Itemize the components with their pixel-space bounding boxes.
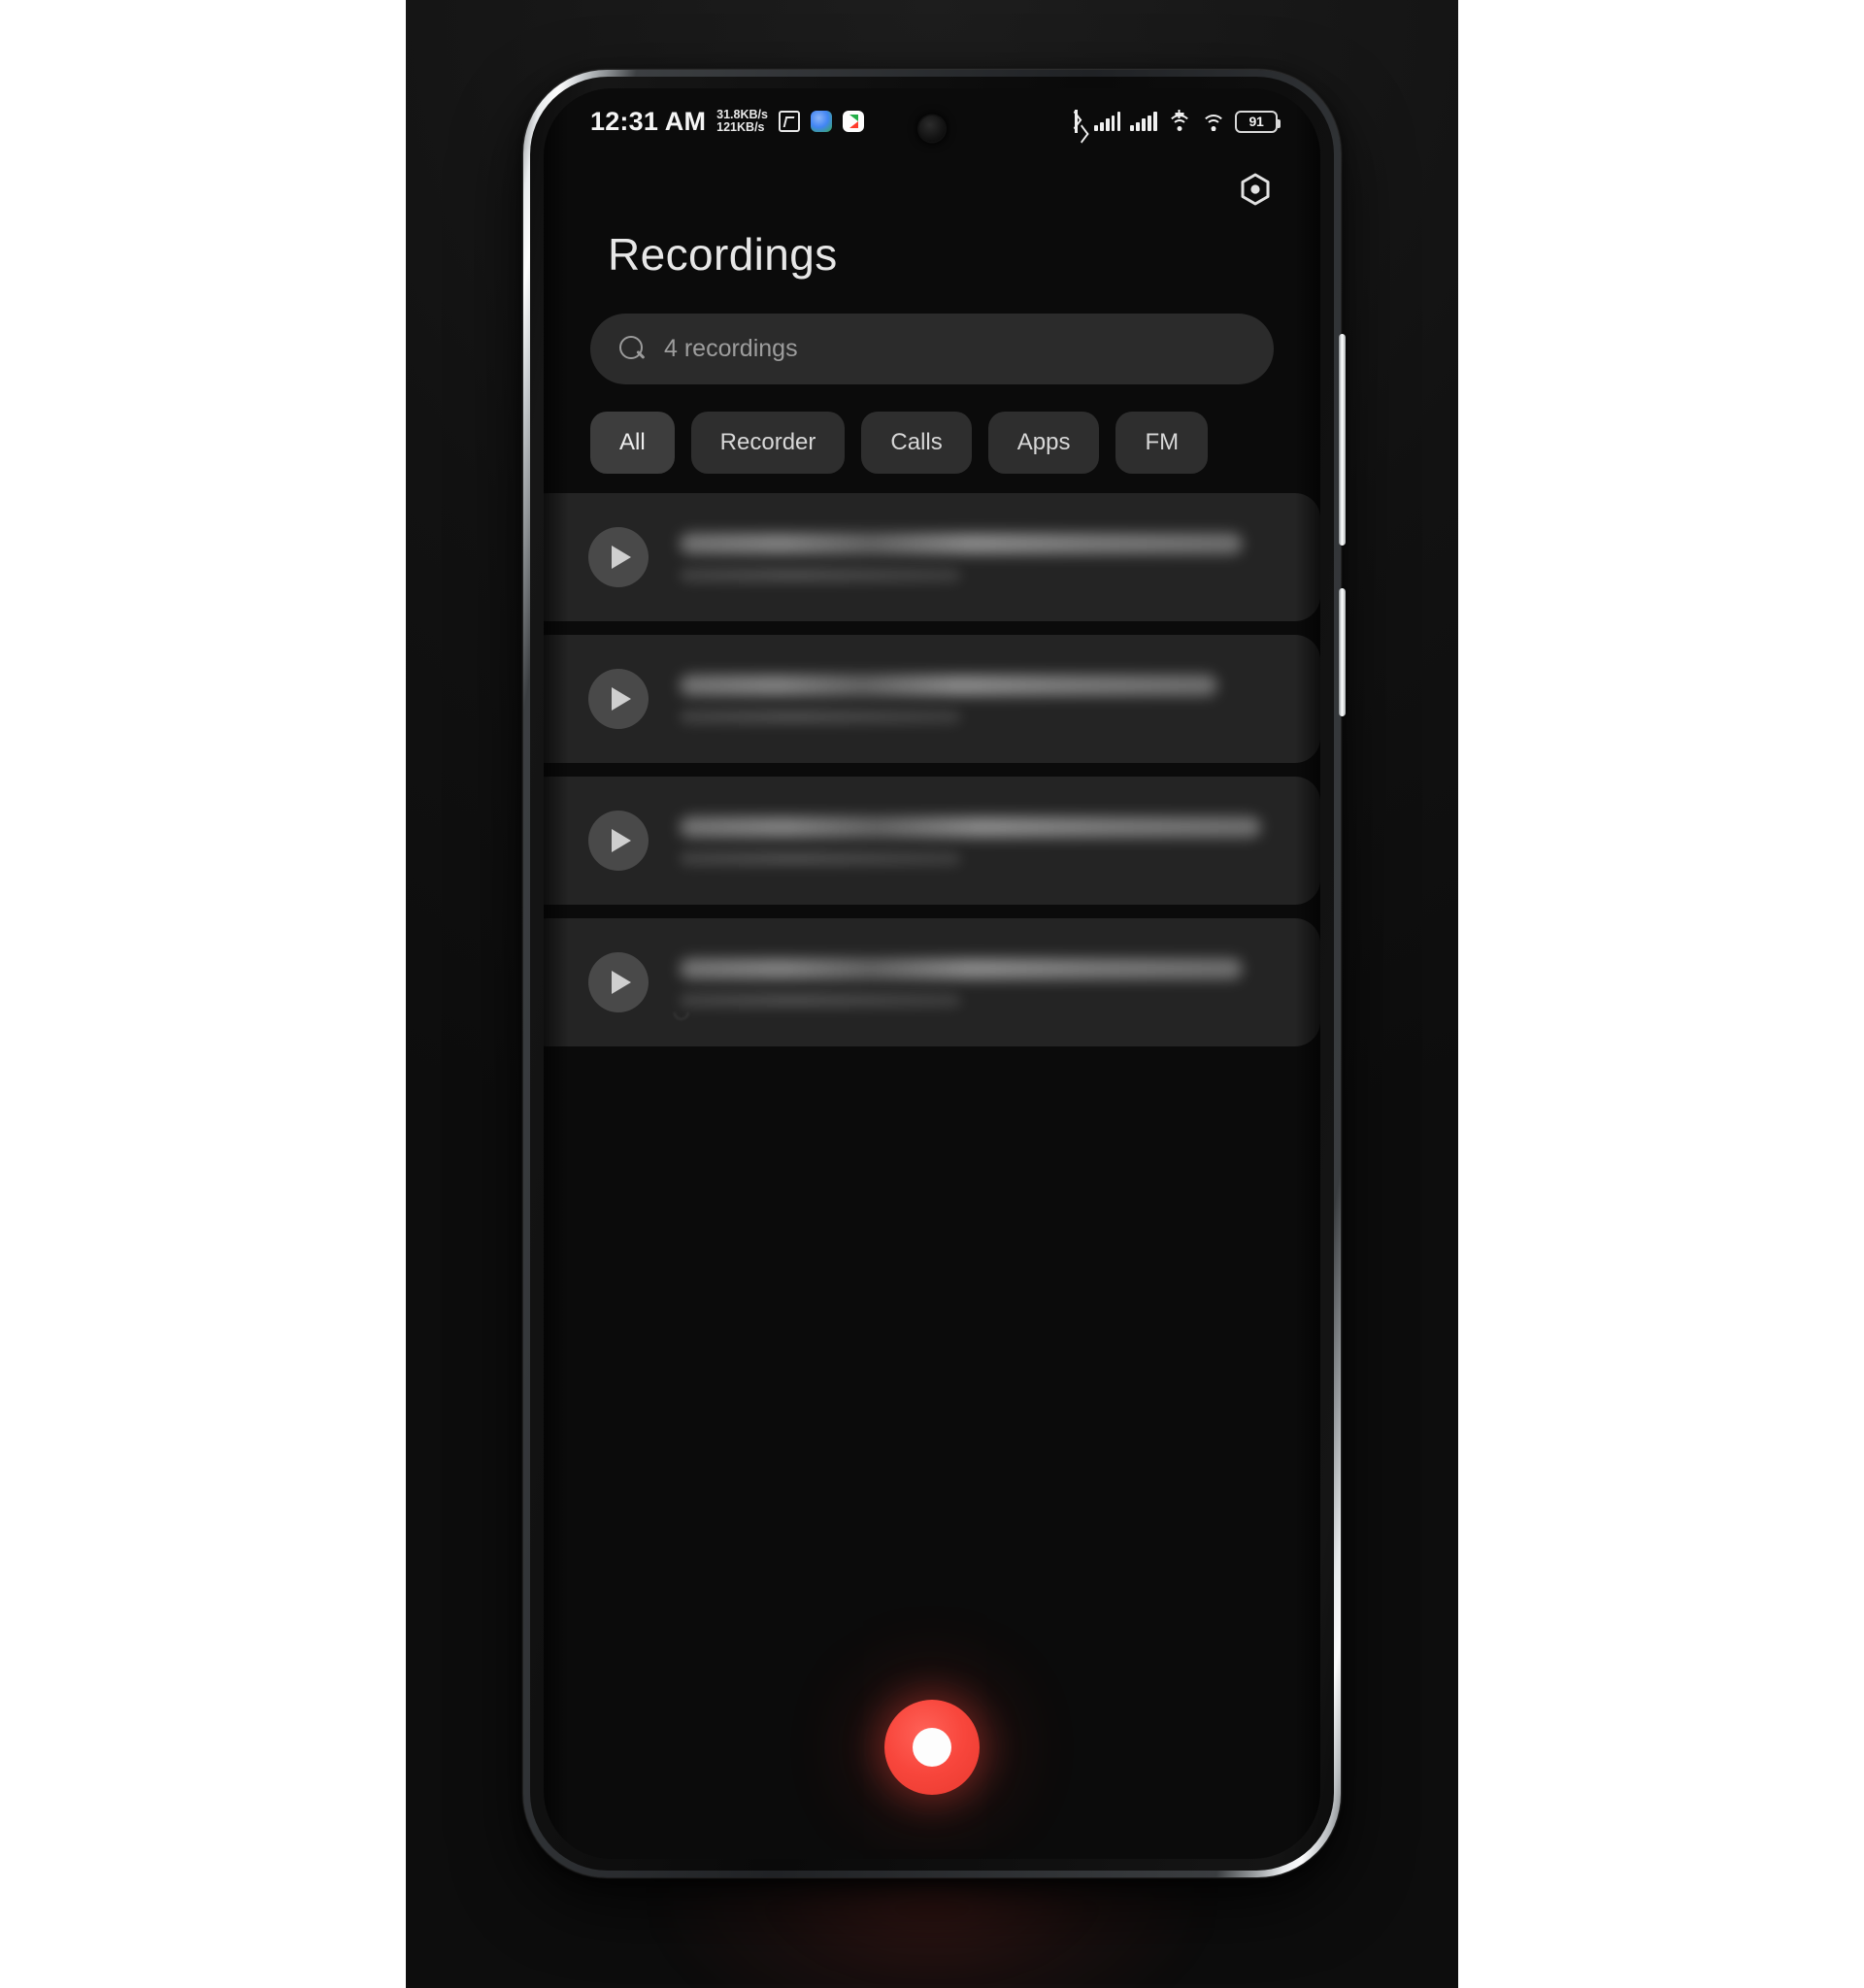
wifi-icon — [1201, 112, 1225, 131]
recording-subtitle-redacted — [680, 850, 961, 866]
cellular-signal-icon — [1093, 112, 1121, 131]
network-speed: 31.8KB/s 121KB/s — [716, 108, 768, 134]
play-icon[interactable] — [588, 669, 649, 729]
search-bar[interactable]: 4 recordings — [590, 314, 1274, 384]
phone-device: 12:31 AM 31.8KB/s 121KB/s 91 Recordings … — [523, 70, 1346, 1877]
play-store-icon — [842, 111, 864, 132]
play-icon[interactable] — [588, 952, 649, 1012]
nfc-icon — [778, 111, 800, 132]
floor-glow — [660, 1883, 1204, 1988]
record-icon[interactable] — [884, 1700, 980, 1795]
filter-chip-apps[interactable]: Apps — [987, 412, 1100, 474]
screenshot-canvas: 12:31 AM 31.8KB/s 121KB/s 91 Recordings … — [0, 0, 1864, 1988]
filter-chip-all[interactable]: All — [590, 412, 675, 474]
recording-title-redacted — [680, 815, 1261, 838]
status-clock: 12:31 AM — [590, 106, 707, 136]
status-bar-right: 91 — [1068, 110, 1282, 133]
recording-list-item[interactable]: ◡ — [544, 918, 1320, 1046]
play-icon[interactable] — [588, 811, 649, 871]
recording-subtitle-redacted — [680, 709, 961, 724]
recording-list-item[interactable] — [544, 493, 1320, 621]
recording-meta — [680, 815, 1320, 866]
filter-chip-recorder[interactable]: Recorder — [690, 412, 846, 474]
recording-subtitle-redacted — [680, 567, 961, 582]
search-input[interactable]: 4 recordings — [664, 335, 798, 363]
page-title: Recordings — [608, 229, 838, 280]
phone-screen: 12:31 AM 31.8KB/s 121KB/s 91 Recordings … — [544, 88, 1320, 1859]
battery-icon: 91 — [1235, 110, 1282, 133]
recording-meta — [680, 674, 1320, 724]
recording-list-item[interactable] — [544, 777, 1320, 905]
filter-chip-fm[interactable]: FM — [1115, 412, 1209, 474]
filter-chip-group: All Recorder Calls Apps FM — [544, 384, 1320, 474]
volume-button[interactable] — [1339, 334, 1346, 546]
recording-title-redacted — [680, 957, 1243, 979]
recording-title-redacted — [680, 532, 1243, 554]
search-icon — [619, 336, 646, 362]
battery-percent: 91 — [1248, 114, 1264, 129]
play-icon[interactable] — [588, 527, 649, 587]
recording-meta — [680, 532, 1320, 582]
status-bar: 12:31 AM 31.8KB/s 121KB/s 91 — [544, 88, 1320, 154]
recording-glyph-artifact: ◡ — [673, 1001, 690, 1022]
google-meet-icon — [810, 111, 832, 132]
recording-meta — [680, 957, 1320, 1008]
cellular-signal-2-icon — [1130, 112, 1157, 131]
recording-title-redacted — [680, 674, 1218, 696]
network-speed-up: 121KB/s — [716, 120, 765, 134]
recording-list-item[interactable] — [544, 635, 1320, 763]
app-toolbar — [544, 154, 1320, 215]
recordings-list: ◡ — [544, 474, 1320, 1046]
wifi-plus-icon — [1167, 110, 1191, 131]
status-bar-left: 12:31 AM 31.8KB/s 121KB/s — [590, 107, 864, 137]
gear-icon[interactable] — [1233, 170, 1278, 215]
record-button-container — [884, 1700, 980, 1795]
recording-subtitle-redacted — [680, 992, 961, 1008]
power-button[interactable] — [1339, 588, 1346, 716]
filter-chip-calls[interactable]: Calls — [861, 412, 972, 474]
bluetooth-icon — [1068, 110, 1084, 133]
recorder-app: Recordings 4 recordings All Recorder Cal… — [544, 154, 1320, 1859]
front-camera-punch-hole — [918, 116, 946, 142]
